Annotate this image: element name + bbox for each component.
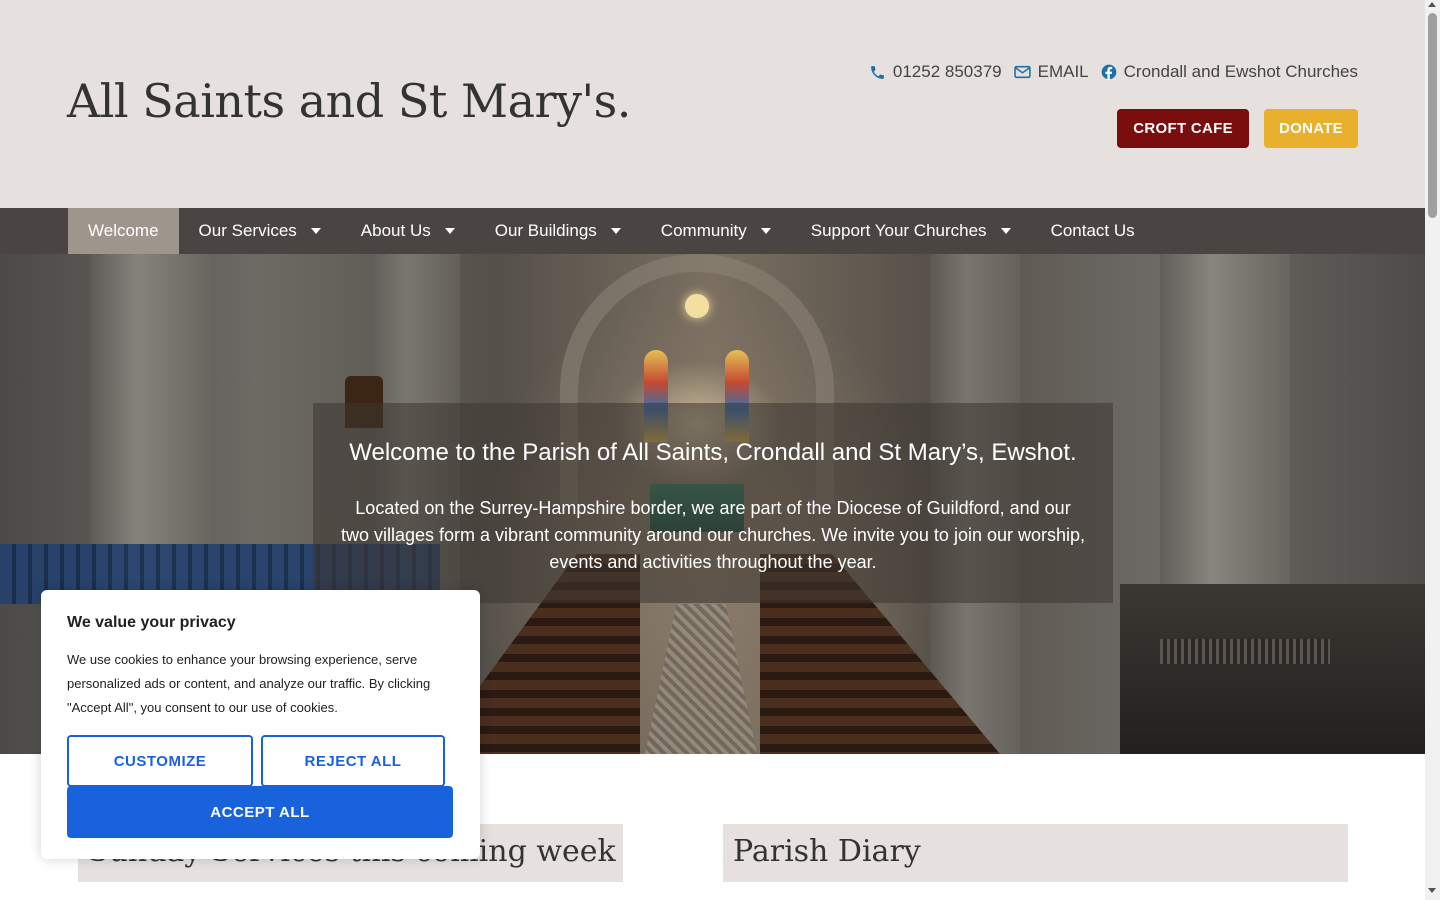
nav-item-label: Welcome <box>88 221 159 240</box>
caret-down-icon[interactable] <box>760 228 771 234</box>
nav-item-our-buildings[interactable]: Our Buildings <box>475 208 641 254</box>
facebook-link[interactable]: Crondall and Ewshot Churches <box>1101 62 1358 82</box>
site-header: All Saints and St Mary's. 01252 850379 E… <box>0 0 1425 208</box>
nav-item-label: About Us <box>360 221 431 240</box>
caret-down-icon[interactable] <box>1000 228 1011 234</box>
phone-link[interactable]: 01252 850379 <box>869 62 1002 82</box>
scroll-down-arrow-icon[interactable] <box>1428 888 1436 893</box>
croft-cafe-button[interactable]: CROFT CAFE <box>1117 109 1249 148</box>
email-label: EMAIL <box>1037 62 1089 81</box>
hero-organ-grill <box>1160 639 1330 664</box>
hero-organ <box>1120 584 1425 754</box>
facebook-icon <box>1101 64 1116 80</box>
email-link[interactable]: EMAIL <box>1013 62 1089 82</box>
cookie-banner-text: We use cookies to enhance your browsing … <box>67 652 431 715</box>
nav-item-label: Our Buildings <box>494 221 597 240</box>
cookie-banner-title: We value your privacy <box>67 614 236 631</box>
customize-button[interactable]: CUSTOMIZE <box>67 735 253 787</box>
hero-rose-window <box>685 294 709 318</box>
nav-item-label: Community <box>660 221 747 240</box>
contact-bar: 01252 850379 EMAIL Crondall and Ewshot C… <box>869 62 1358 82</box>
scrollbar-thumb[interactable] <box>1428 13 1437 218</box>
hero-aisle-carpet <box>645 604 757 754</box>
nav-item-label: Our Services <box>198 221 297 240</box>
page-scrollbar[interactable] <box>1425 0 1440 900</box>
nav-item-our-services[interactable]: Our Services <box>179 208 341 254</box>
nav-item-support-your-churches[interactable]: Support Your Churches <box>791 208 1031 254</box>
hero-description: Located on the Surrey-Hampshire border, … <box>341 498 1086 572</box>
parish-diary-heading-box: Parish Diary <box>723 824 1348 882</box>
facebook-label: Crondall and Ewshot Churches <box>1123 62 1358 81</box>
caret-down-icon[interactable] <box>444 228 455 234</box>
hero-text-panel: Welcome to the Parish of All Saints, Cro… <box>313 403 1113 603</box>
nav-list: Welcome Our Services About Us Our Buildi… <box>68 208 1155 254</box>
nav-item-welcome[interactable]: Welcome <box>68 208 179 254</box>
caret-down-icon[interactable] <box>310 228 321 234</box>
header-buttons: CROFT CAFE DONATE <box>1117 109 1358 148</box>
phone-icon <box>871 65 884 79</box>
envelope-icon <box>1013 65 1031 79</box>
nav-item-label: Support Your Churches <box>810 221 987 240</box>
accept-all-button[interactable]: ACCEPT ALL <box>67 786 453 838</box>
nav-item-about-us[interactable]: About Us <box>341 208 475 254</box>
page: All Saints and St Mary's. 01252 850379 E… <box>0 0 1440 900</box>
hero-title: Welcome to the Parish of All Saints, Cro… <box>349 439 1077 466</box>
parish-diary-heading: Parish Diary <box>733 834 921 869</box>
nav-item-contact-us[interactable]: Contact Us <box>1031 208 1155 254</box>
reject-all-button[interactable]: REJECT ALL <box>261 735 445 787</box>
nav-item-label: Contact Us <box>1050 221 1135 240</box>
phone-number: 01252 850379 <box>892 62 1002 81</box>
donate-button[interactable]: DONATE <box>1263 109 1358 148</box>
nav-item-community[interactable]: Community <box>641 208 791 254</box>
cookie-consent-banner: We value your privacy We use cookies to … <box>41 590 480 859</box>
site-title[interactable]: All Saints and St Mary's. <box>67 74 631 128</box>
caret-down-icon[interactable] <box>610 228 621 234</box>
scroll-up-arrow-icon[interactable] <box>1428 2 1436 7</box>
main-nav: Welcome Our Services About Us Our Buildi… <box>0 208 1425 254</box>
